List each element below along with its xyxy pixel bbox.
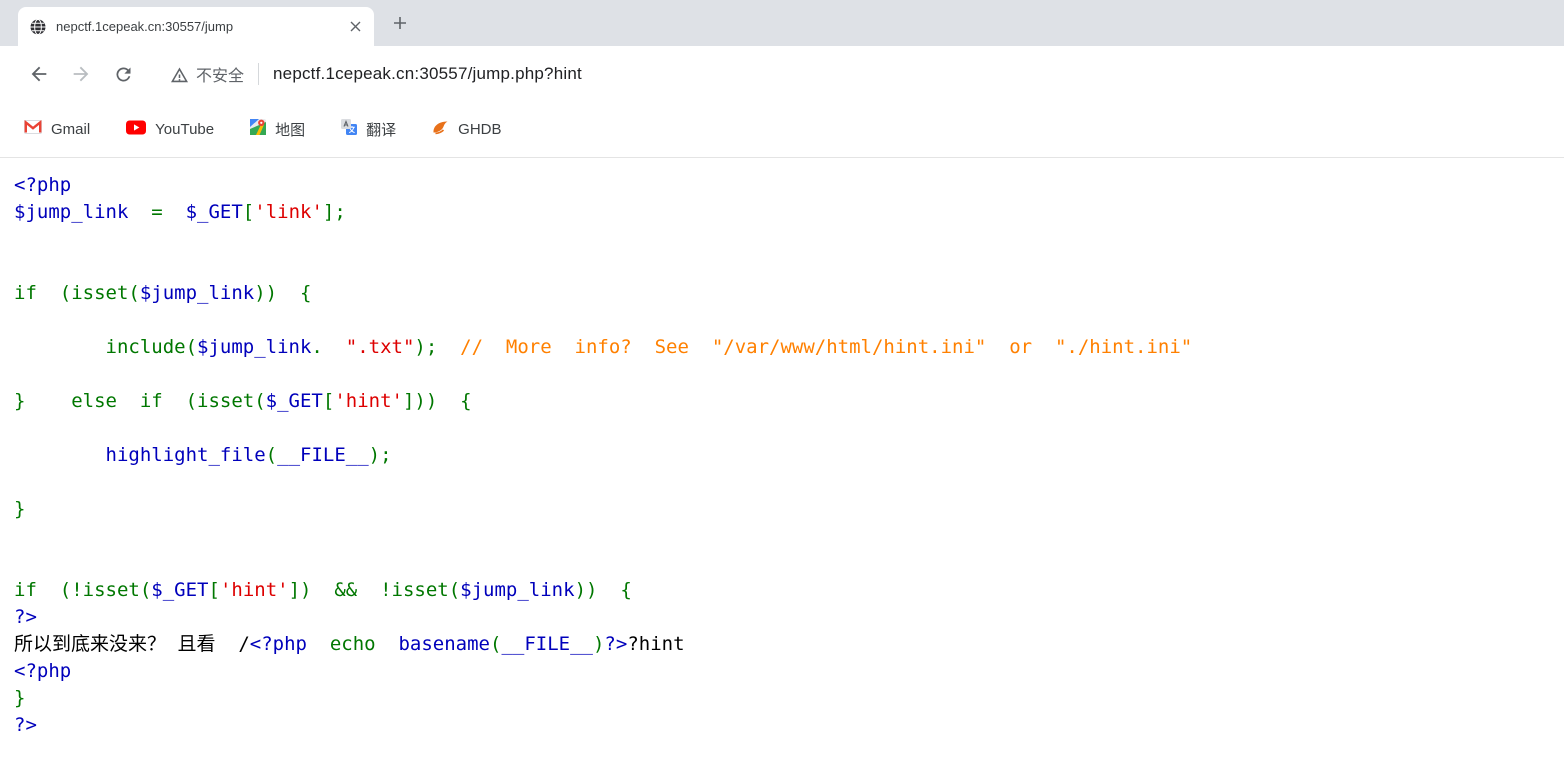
- security-chip[interactable]: 不安全: [170, 62, 244, 86]
- bookmark-label: Gmail: [51, 121, 91, 138]
- globe-favicon-icon: [30, 18, 46, 35]
- translate-icon: [341, 119, 358, 140]
- browser-tab[interactable]: nepctf.1cepeak.cn:30557/jump: [18, 7, 374, 46]
- maps-icon: [250, 119, 267, 140]
- tab-title: nepctf.1cepeak.cn:30557/jump: [56, 19, 234, 34]
- bookmark-translate[interactable]: 翻译: [341, 119, 396, 140]
- navigation-toolbar: 不安全 nepctf.1cepeak.cn:30557/jump.php?hin…: [0, 46, 1564, 102]
- omnibox-separator: [258, 63, 260, 85]
- code-line: ?>: [14, 714, 37, 736]
- bookmark-label: YouTube: [155, 121, 215, 138]
- code-line: ?>: [14, 606, 37, 628]
- youtube-icon: [126, 120, 147, 140]
- bookmark-youtube[interactable]: YouTube: [126, 120, 214, 140]
- gmail-icon: [24, 119, 42, 139]
- security-label: 不安全: [196, 68, 245, 85]
- bookmarks-bar: Gmail YouTube 地图 翻译 GHDB: [0, 102, 1564, 158]
- forward-button[interactable]: [60, 53, 102, 95]
- address-bar[interactable]: 不安全 nepctf.1cepeak.cn:30557/jump.php?hin…: [170, 62, 1564, 86]
- bookmark-label: GHDB: [458, 121, 502, 138]
- code-line: include($jump_link. ".txt"); // More inf…: [14, 336, 1193, 358]
- bookmark-ghdb[interactable]: GHDB: [432, 120, 502, 140]
- warning-triangle-icon: [171, 67, 188, 82]
- code-line: 所以到底来没来？ 且看 /<?php echo basename(__FILE_…: [14, 633, 685, 655]
- new-tab-button[interactable]: [386, 9, 414, 37]
- code-line: $jump_link = $_GET['link'];: [14, 201, 346, 223]
- tab-close-icon[interactable]: [346, 18, 364, 36]
- reload-button[interactable]: [102, 53, 144, 95]
- tab-strip: nepctf.1cepeak.cn:30557/jump: [0, 0, 1564, 46]
- php-source: <?php $jump_link = $_GET['link']; if (iss…: [14, 172, 1564, 739]
- code-line: }: [14, 498, 26, 520]
- bookmark-label: 翻译: [366, 122, 397, 139]
- back-button[interactable]: [18, 53, 60, 95]
- bookmark-gmail[interactable]: Gmail: [24, 119, 91, 139]
- code-line: if (isset($jump_link)) {: [14, 282, 312, 304]
- page-content: <?php $jump_link = $_GET['link']; if (iss…: [0, 158, 1564, 739]
- bookmark-label: 地图: [275, 122, 306, 139]
- code-line: <?php: [14, 660, 72, 682]
- code-line: <?php: [14, 174, 72, 196]
- code-line: if (!isset($_GET['hint']) && !isset($jum…: [14, 579, 632, 601]
- code-line: highlight_file(__FILE__);: [14, 444, 392, 466]
- ghdb-icon: [432, 120, 449, 140]
- bookmark-maps[interactable]: 地图: [250, 119, 305, 140]
- code-line: } else if (isset($_GET['hint'])) {: [14, 390, 472, 412]
- url-text: nepctf.1cepeak.cn:30557/jump.php?hint: [273, 64, 582, 83]
- code-line: }: [14, 687, 26, 709]
